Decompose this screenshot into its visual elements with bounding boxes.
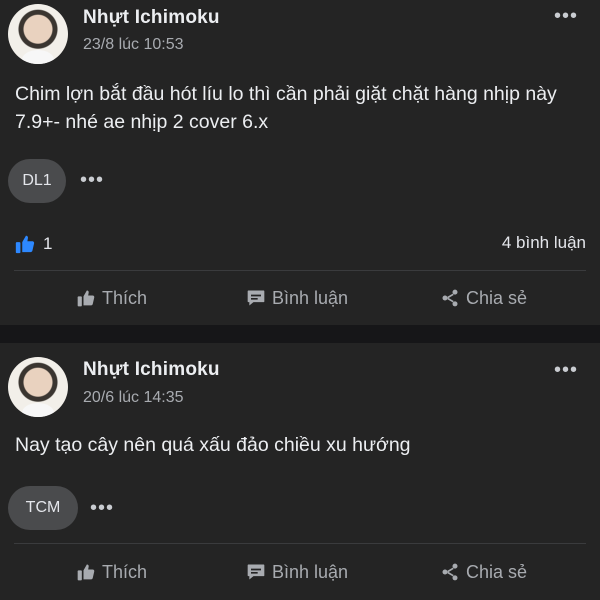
share-button[interactable]: Chia sẻ bbox=[440, 278, 527, 318]
post-content: Chim lợn bắt đầu hót líu lo thì cần phải… bbox=[15, 83, 557, 133]
post-actions: Thích Bình luận Chia sẻ bbox=[0, 552, 600, 592]
like-count: 1 bbox=[43, 234, 53, 253]
thumbs-up-icon bbox=[15, 235, 35, 254]
more-options-icon[interactable]: ••• bbox=[554, 6, 578, 26]
post-timestamp[interactable]: 20/6 lúc 14:35 bbox=[83, 389, 184, 407]
more-options-icon[interactable]: ••• bbox=[554, 360, 578, 380]
comment-icon bbox=[247, 564, 265, 580]
share-button[interactable]: Chia sẻ bbox=[440, 552, 527, 592]
thumbs-up-icon bbox=[77, 564, 95, 581]
post-card: Nhựt Ichimoku 23/8 lúc 10:53 ••• Chim lợ… bbox=[0, 0, 600, 325]
like-label: Thích bbox=[102, 561, 148, 582]
avatar[interactable] bbox=[8, 4, 68, 64]
share-label: Chia sẻ bbox=[466, 561, 528, 582]
post-card: Nhựt Ichimoku 20/6 lúc 14:35 ••• Nay tạo… bbox=[0, 343, 600, 600]
comment-button[interactable]: Bình luận bbox=[246, 278, 348, 318]
author-name[interactable]: Nhựt Ichimoku bbox=[83, 7, 220, 29]
comment-label: Bình luận bbox=[272, 561, 349, 582]
post-timestamp[interactable]: 23/8 lúc 10:53 bbox=[83, 36, 184, 54]
more-dots-icon[interactable]: ••• bbox=[90, 498, 114, 518]
post-content: Nay tạo cây nên quá xấu đảo chiều xu hướ… bbox=[15, 434, 411, 456]
feed-separator bbox=[0, 325, 600, 343]
author-name[interactable]: Nhựt Ichimoku bbox=[83, 359, 220, 381]
share-icon bbox=[442, 563, 458, 581]
post-actions: Thích Bình luận Chia sẻ bbox=[0, 278, 600, 318]
reaction-summary[interactable]: 1 bbox=[14, 233, 52, 255]
like-button[interactable]: Thích bbox=[76, 278, 147, 318]
comment-button[interactable]: Bình luận bbox=[246, 552, 348, 592]
group-badge[interactable]: TCM bbox=[8, 486, 78, 530]
thumbs-up-icon bbox=[77, 290, 95, 307]
comment-count[interactable]: 4 bình luận bbox=[502, 233, 586, 253]
comment-icon bbox=[247, 290, 265, 306]
share-label: Chia sẻ bbox=[466, 287, 528, 308]
share-icon bbox=[442, 289, 458, 307]
avatar[interactable] bbox=[8, 357, 68, 417]
divider bbox=[14, 543, 586, 544]
like-button[interactable]: Thích bbox=[76, 552, 147, 592]
like-label: Thích bbox=[102, 287, 148, 308]
divider bbox=[14, 270, 586, 271]
more-dots-icon[interactable]: ••• bbox=[80, 170, 104, 190]
group-badge[interactable]: DL1 bbox=[8, 159, 66, 203]
comment-label: Bình luận bbox=[272, 287, 349, 308]
